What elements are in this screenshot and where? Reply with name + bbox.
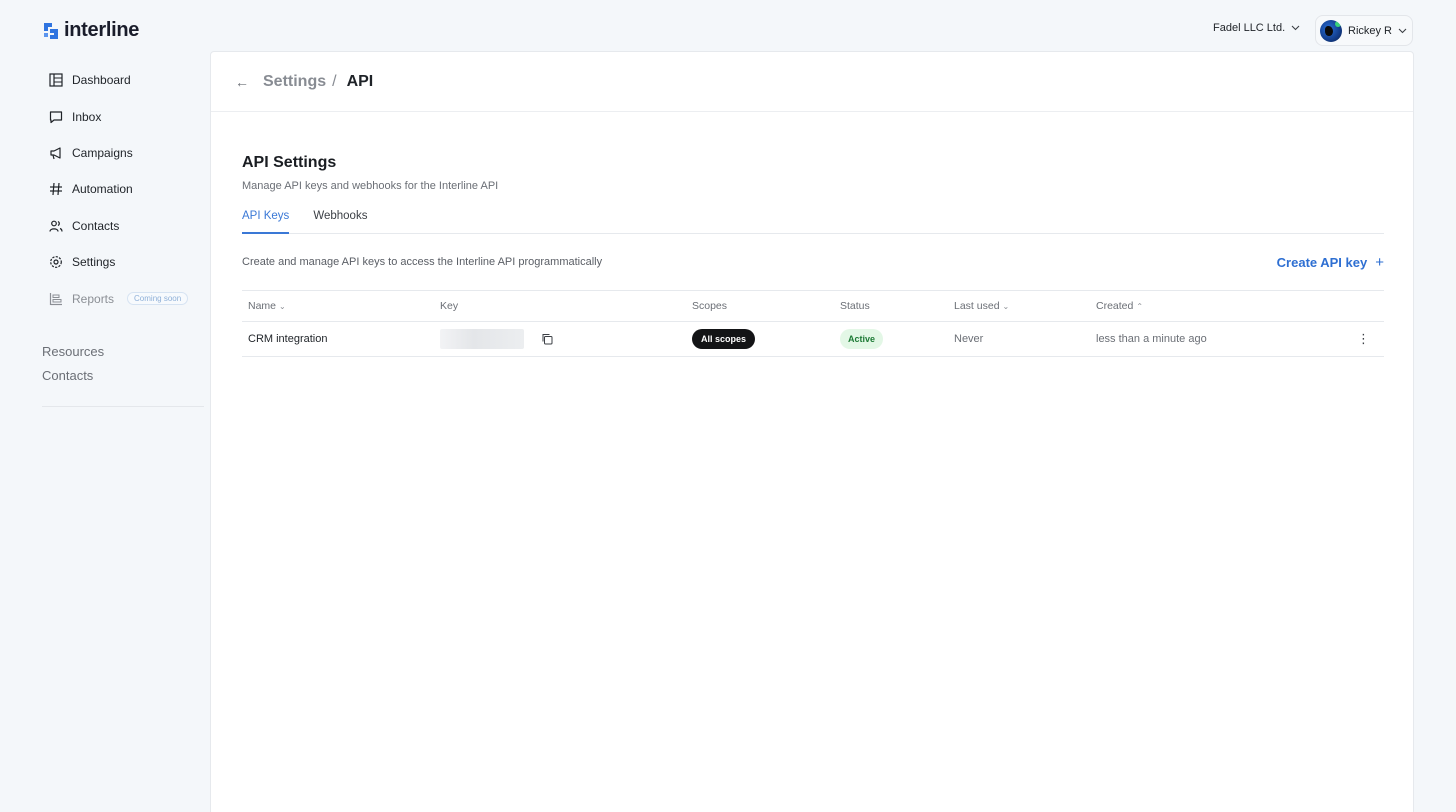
sidebar-item-campaigns[interactable]: Campaigns [42, 135, 204, 171]
coming-soon-badge: Coming soon [127, 292, 189, 306]
sidebar-item-contacts[interactable]: Contacts [42, 208, 204, 244]
page-title: API Settings [242, 154, 337, 171]
org-switcher[interactable]: Fadel LLC Ltd. [1213, 22, 1300, 34]
plus-icon: + [1375, 253, 1384, 271]
sidebar-item-inbox[interactable]: Inbox [42, 98, 204, 134]
more-options-icon[interactable]: ⋮ [1346, 322, 1384, 357]
sidebar-item-label: Reports [72, 291, 115, 306]
interline-logo-icon [44, 22, 58, 39]
created-cell: less than a minute ago [1096, 333, 1207, 345]
tab-webhooks[interactable]: Webhooks [313, 210, 367, 234]
breadcrumb: ← Settings / API [211, 52, 1413, 112]
sidebar-item-reports: Reports Coming soon [42, 280, 204, 316]
sort-down-icon: ⌄ [1002, 302, 1010, 311]
chevron-down-icon [1291, 25, 1300, 31]
column-header-actions [1346, 291, 1384, 322]
last-used-cell: Never [954, 333, 984, 345]
table-row[interactable]: CRM integration All scopes Active Never … [242, 322, 1384, 357]
tab-api-keys[interactable]: API Keys [242, 210, 290, 234]
megaphone-icon [48, 145, 63, 160]
page-subtitle: Manage API keys and webhooks for the Int… [242, 180, 499, 192]
masked-api-key [440, 329, 524, 349]
user-menu[interactable]: Rickey R [1315, 15, 1413, 46]
brand-name: interline [64, 19, 140, 41]
status-cell: Active [840, 322, 954, 357]
sidebar-links: Resources Contacts [42, 342, 104, 390]
column-header-status: Status [840, 300, 870, 312]
gear-icon [48, 255, 63, 270]
resources-link[interactable]: Resources [42, 342, 104, 366]
sidebar-item-dashboard[interactable]: Dashboard [42, 62, 204, 98]
sidebar-item-automation[interactable]: Automation [42, 171, 204, 207]
column-header-key: Key [440, 300, 459, 312]
scopes-badge: All scopes [692, 329, 756, 349]
api-keys-table: Name ⌄ Key Scopes Status Last used ⌄ Creat… [242, 290, 1384, 357]
table-header-row: Name ⌄ Key Scopes Status Last used ⌄ Creat… [242, 290, 1384, 322]
sidebar-divider [42, 406, 204, 407]
column-header-created[interactable]: Created ⌃ [1096, 291, 1346, 322]
api-key-cell [440, 322, 692, 357]
sidebar-item-label: Campaigns [72, 145, 133, 160]
api-keys-description: Create and manage API keys to access the… [242, 256, 603, 268]
dashboard-icon [48, 73, 63, 88]
breadcrumb-current: API [346, 72, 374, 90]
org-name: Fadel LLC Ltd. [1213, 22, 1286, 34]
breadcrumb-separator: / [332, 72, 337, 90]
contacts-link[interactable]: Contacts [42, 366, 104, 390]
hash-icon [48, 182, 63, 197]
status-badge: Active [840, 329, 884, 349]
column-header-last-used[interactable]: Last used ⌄ [954, 291, 1096, 322]
column-header-name[interactable]: Name ⌄ [242, 291, 440, 322]
back-arrow-icon[interactable]: ← [235, 74, 249, 90]
sidebar-item-label: Settings [72, 255, 116, 270]
users-icon [48, 218, 63, 233]
main-panel: ← Settings / API API Settings Manage API… [210, 51, 1414, 812]
reports-icon [48, 291, 63, 306]
copy-icon[interactable] [541, 333, 553, 345]
chat-icon [48, 109, 63, 124]
create-api-key-button[interactable]: Create API key + [1277, 254, 1384, 271]
scopes-cell: All scopes [692, 322, 840, 357]
column-header-scopes: Scopes [692, 300, 728, 312]
avatar [1320, 19, 1342, 42]
breadcrumb-parent[interactable]: Settings [263, 73, 326, 91]
api-keys-toolbar: Create and manage API keys to access the… [242, 254, 1384, 271]
chevron-down-icon [1398, 28, 1407, 33]
sort-up-icon: ⌃ [1136, 302, 1144, 311]
sidebar-item-label: Automation [72, 182, 133, 197]
api-key-name: CRM integration [248, 333, 328, 345]
sidebar-item-label: Dashboard [72, 73, 131, 88]
brand-logo[interactable]: interline [42, 19, 139, 42]
create-api-key-label: Create API key [1276, 254, 1368, 270]
sidebar-item-label: Contacts [72, 218, 120, 233]
settings-tabs: API Keys Webhooks [242, 210, 1384, 234]
sort-down-icon: ⌄ [279, 302, 286, 311]
user-name: Rickey R [1348, 24, 1393, 37]
sidebar-item-settings[interactable]: Settings [42, 244, 204, 280]
sidebar-nav: Dashboard Inbox Campaigns Automation Con… [42, 62, 204, 317]
sidebar-item-label: Inbox [72, 109, 102, 124]
api-settings-content: API Settings Manage API keys and webhook… [242, 154, 1384, 357]
